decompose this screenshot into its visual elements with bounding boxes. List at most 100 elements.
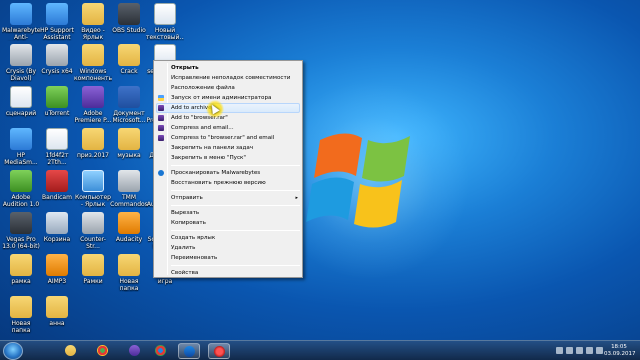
desktop-shortcut-label: Malwarebyte Anti-Malware <box>2 27 40 41</box>
desktop-shortcut[interactable]: HP Support Assistant <box>38 3 76 47</box>
desktop-shortcut[interactable]: Новый текстовый... <box>146 3 184 47</box>
menu-item[interactable]: Исправление неполадок совместимости <box>154 73 302 83</box>
menu-item[interactable]: Add to archive... <box>156 103 300 113</box>
folder-icon <box>10 296 32 318</box>
taskbar-button[interactable] <box>60 343 82 359</box>
desktop-shortcut[interactable]: Bandicam <box>38 170 76 214</box>
taskbar-button[interactable] <box>150 343 172 359</box>
desktop-shortcut[interactable]: Vegas Pro 13.0 (64-bit) <box>2 212 40 256</box>
word-icon <box>118 86 140 108</box>
menu-item[interactable]: Add to "browser.rar" <box>154 113 302 123</box>
clock[interactable]: 18:05 03.09.2017 <box>604 344 636 358</box>
desktop[interactable]: Malwarebyte Anti-MalwareHP Support Assis… <box>0 0 640 340</box>
desktop-shortcut[interactable]: Counter-Str... <box>74 212 112 256</box>
desktop-shortcut-label: Audacity <box>115 236 143 243</box>
desktop-shortcut[interactable]: HP MediaSm... <box>2 128 40 172</box>
desktop-shortcut[interactable]: Windows компоненты <box>74 44 112 88</box>
folder-icon <box>46 296 68 318</box>
desktop-shortcut[interactable]: Crysis (By Diavol) <box>2 44 40 88</box>
desktop-shortcut[interactable]: музыка <box>110 128 148 172</box>
menu-item-label: Исправление неполадок совместимости <box>171 75 291 81</box>
desktop-shortcut-label: Windows компоненты <box>74 68 112 82</box>
desktop-shortcut-label: Рамки <box>83 278 103 285</box>
desktop-shortcut[interactable]: приз.2017 <box>74 128 112 172</box>
menu-item[interactable]: Вырезать <box>154 208 302 218</box>
taskbar-button[interactable] <box>124 343 146 359</box>
chrome-like-icon <box>97 345 108 356</box>
desktop-shortcut[interactable]: Видео - Ярлык <box>74 3 112 47</box>
menu-item[interactable]: Запуск от имени администратора <box>154 93 302 103</box>
network-icon[interactable] <box>576 347 583 354</box>
folder-icon <box>118 44 140 66</box>
start-button[interactable] <box>3 342 23 360</box>
menu-item[interactable]: Открыть <box>154 63 302 73</box>
keyboard-layout-icon[interactable] <box>566 347 573 354</box>
winrar-icon <box>158 125 164 131</box>
battery-icon[interactable] <box>596 347 603 354</box>
menu-item[interactable]: Compress to "browser.rar" and email <box>154 133 302 143</box>
desktop-shortcut[interactable]: 1fd4f2т 2Tth... <box>38 128 76 172</box>
menu-separator <box>171 205 300 206</box>
menu-item[interactable]: Закрепить в меню "Пуск" <box>154 153 302 163</box>
desktop-shortcut-label: HP Support Assistant <box>40 27 74 41</box>
desktop-shortcut[interactable]: uTorrent <box>38 86 76 130</box>
taskbar-button[interactable] <box>208 343 230 359</box>
vegas-icon <box>10 212 32 234</box>
menu-item[interactable]: Создать ярлык <box>154 233 302 243</box>
menu-item[interactable]: Удалить <box>154 243 302 253</box>
folder-icon <box>82 3 104 25</box>
desktop-shortcut[interactable]: TMM Commandos <box>110 170 148 214</box>
malwarebytes-icon <box>158 170 164 176</box>
menu-item[interactable]: Копировать <box>154 218 302 228</box>
winrar-icon <box>158 115 164 121</box>
bandicam-icon <box>46 170 68 192</box>
desktop-shortcut[interactable]: Crysis x64 <box>38 44 76 88</box>
document-icon <box>10 86 32 108</box>
desktop-shortcut-label: Новая папка (2) <box>119 278 139 292</box>
desktop-shortcut[interactable]: AIMP3 <box>38 254 76 298</box>
recycle-bin-icon <box>46 212 68 234</box>
taskbar-button[interactable] <box>92 343 114 359</box>
desktop-shortcut[interactable]: Документ Microsoft... <box>110 86 148 130</box>
desktop-shortcut[interactable]: Компьютер - Ярлык <box>74 170 112 214</box>
desktop-shortcut[interactable]: Audacity <box>110 212 148 256</box>
desktop-shortcut-label: uTorrent <box>44 110 70 117</box>
menu-item-label: Просканировать Malwarebytes <box>171 170 261 176</box>
document-icon <box>46 128 68 150</box>
desktop-shortcut[interactable]: Новая папка (3) <box>2 296 40 340</box>
volume-icon[interactable] <box>586 347 593 354</box>
desktop-shortcut[interactable]: рамка <box>2 254 40 298</box>
clock-date: 03.09.2017 <box>604 351 636 357</box>
menu-item-label: Открыть <box>171 65 199 71</box>
desktop-shortcut[interactable]: Рамки <box>74 254 112 298</box>
desktop-shortcut[interactable]: Adobe Premiere P... <box>74 86 112 130</box>
menu-item[interactable]: Расположение файла <box>154 83 302 93</box>
menu-item[interactable]: Отправить ▸ <box>154 193 302 203</box>
taskbar-button[interactable] <box>178 343 200 359</box>
menu-item-label: Свойства <box>171 270 199 276</box>
winrar-icon <box>158 135 164 141</box>
desktop-shortcut[interactable]: Crack <box>110 44 148 88</box>
desktop-shortcut[interactable]: Корзина <box>38 212 76 256</box>
desktop-shortcut-label: Adobe Audition 1.0 <box>2 194 40 208</box>
desktop-shortcut[interactable]: OBS Studio <box>110 3 148 47</box>
menu-item[interactable]: Восстановить прежнюю версию <box>154 178 302 188</box>
desktop-shortcut[interactable]: анна <box>38 296 76 340</box>
menu-item-label: Копировать <box>171 220 206 226</box>
desktop-shortcut[interactable]: Новая папка (2) <box>110 254 148 298</box>
desktop-shortcut-label: Crysis (By Diavol) <box>5 68 37 82</box>
menu-item[interactable]: Свойства <box>154 268 302 278</box>
app-icon <box>82 212 104 234</box>
menu-item[interactable]: Переименовать <box>154 253 302 263</box>
menu-item[interactable]: Compress and email... <box>154 123 302 133</box>
tray-arrow-icon[interactable] <box>556 347 563 354</box>
desktop-shortcut-label: Bandicam <box>42 194 72 201</box>
desktop-shortcut[interactable]: Adobe Audition 1.0 <box>2 170 40 214</box>
malwarebytes-icon <box>10 3 32 25</box>
utorrent-icon <box>46 86 68 108</box>
desktop-shortcut[interactable]: Malwarebyte Anti-Malware <box>2 3 40 47</box>
desktop-shortcut[interactable]: сценарий <box>2 86 40 130</box>
menu-item[interactable]: Просканировать Malwarebytes <box>154 168 302 178</box>
menu-item[interactable]: Закрепить на панели задач <box>154 143 302 153</box>
desktop-shortcut-label: рамка <box>11 278 31 285</box>
